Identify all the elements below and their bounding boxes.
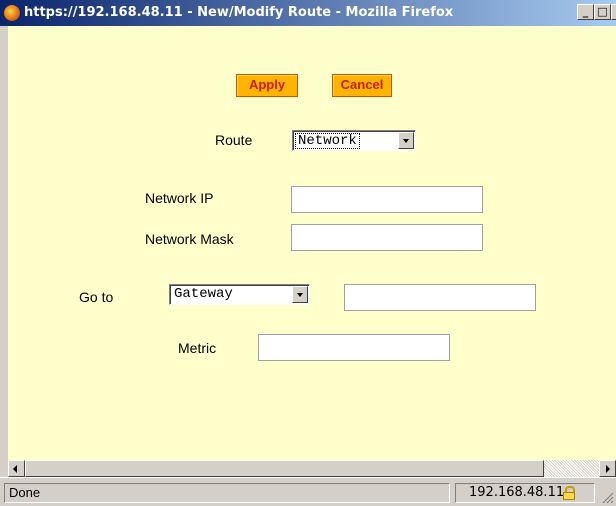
metric-input[interactable] <box>258 334 450 361</box>
network-ip-label: Network IP <box>145 190 214 206</box>
firefox-icon <box>4 5 20 21</box>
metric-label: Metric <box>178 340 217 356</box>
cancel-button[interactable]: Cancel <box>332 74 392 97</box>
page-content: Apply Cancel Route Network Network IP Ne… <box>8 26 616 460</box>
scrollbar-track[interactable] <box>544 460 599 477</box>
window-title: https://192.168.48.11 - New/Modify Route… <box>24 5 454 20</box>
scrollbar-thumb[interactable] <box>25 460 544 477</box>
goto-label: Go to <box>79 289 114 305</box>
title-bar: https://192.168.48.11 - New/Modify Route… <box>0 0 616 26</box>
route-select[interactable]: Network <box>292 130 416 151</box>
scroll-left-icon[interactable] <box>8 460 25 477</box>
browser-window: https://192.168.48.11 - New/Modify Route… <box>0 0 616 506</box>
status-text: Done <box>4 483 450 503</box>
security-status[interactable]: 192.168.48.11 <box>455 483 595 503</box>
horizontal-scrollbar[interactable] <box>8 460 616 477</box>
network-mask-input[interactable] <box>291 224 483 251</box>
goto-dropdown-arrow-icon[interactable] <box>292 286 308 303</box>
route-label: Route <box>215 132 253 148</box>
route-selected-value: Network <box>295 133 360 149</box>
apply-button[interactable]: Apply <box>236 74 298 97</box>
gateway-input[interactable] <box>344 284 536 311</box>
resize-grip-icon[interactable] <box>600 490 614 504</box>
route-dropdown-arrow-icon[interactable] <box>398 132 414 149</box>
minimize-button[interactable]: _ <box>577 4 594 20</box>
goto-selected-value: Gateway <box>174 286 233 302</box>
close-button[interactable]: × <box>611 4 616 20</box>
status-bar: Done 192.168.48.11 <box>0 477 616 506</box>
scroll-right-icon[interactable] <box>599 460 616 477</box>
network-mask-label: Network Mask <box>145 231 234 247</box>
status-host: 192.168.48.11 <box>469 485 565 500</box>
lock-icon[interactable] <box>563 486 575 500</box>
network-ip-input[interactable] <box>291 186 483 213</box>
goto-select[interactable]: Gateway <box>169 284 310 305</box>
maximize-button[interactable]: □ <box>594 4 611 20</box>
